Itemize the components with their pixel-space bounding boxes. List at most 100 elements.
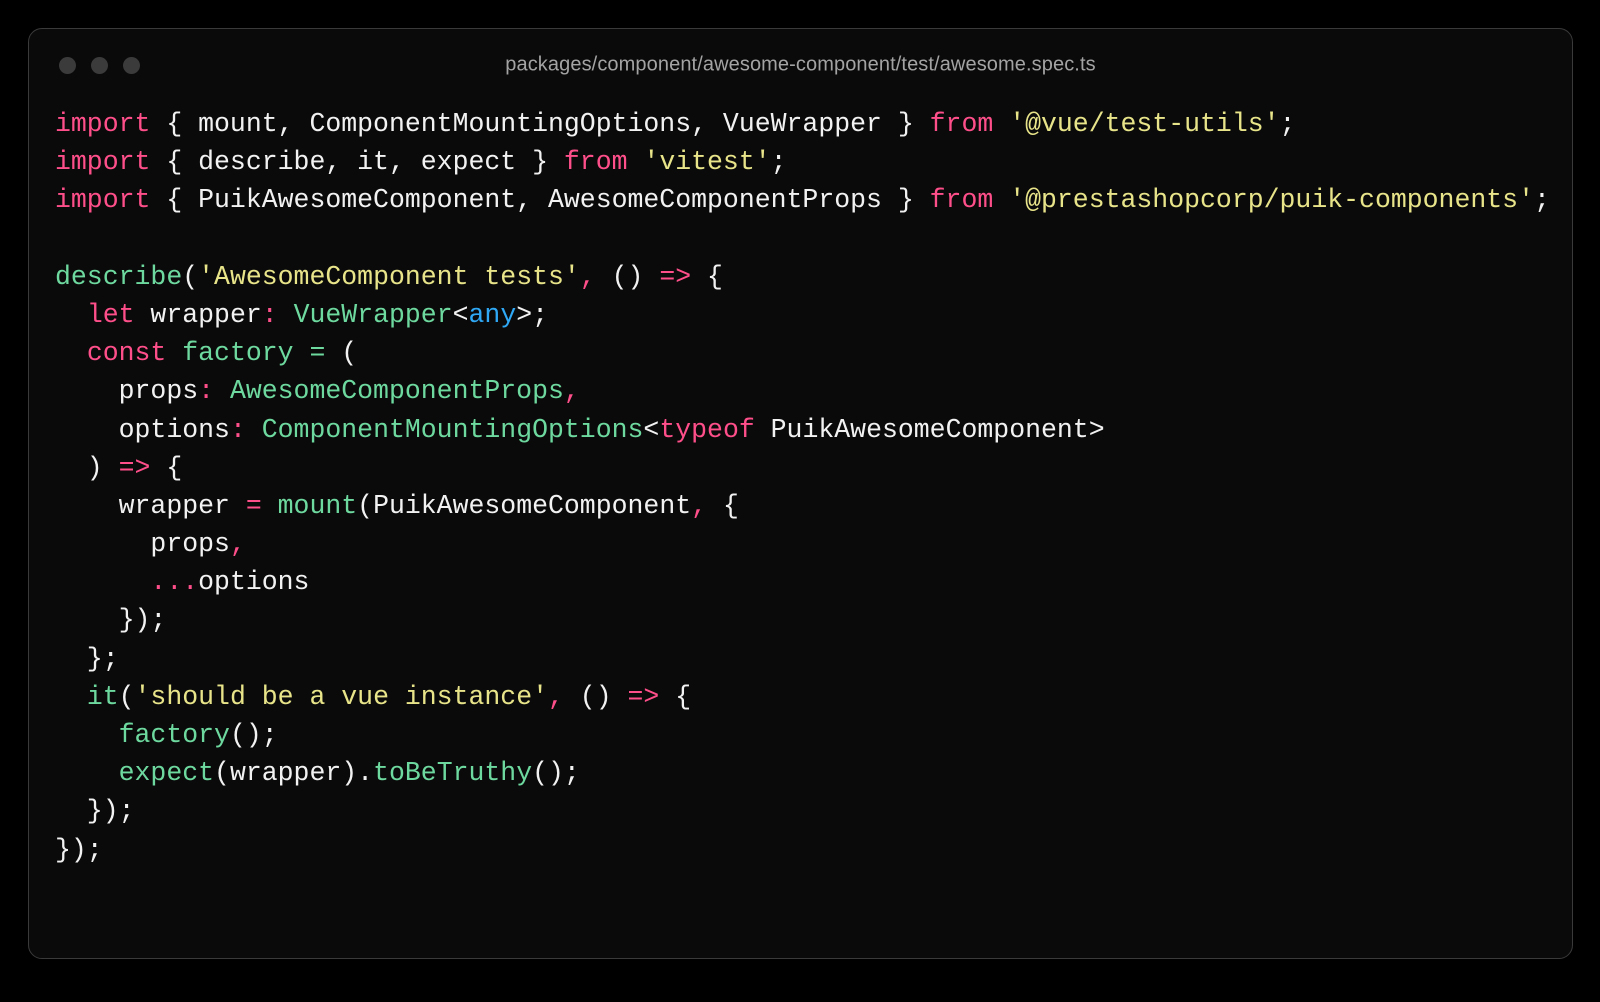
- code-window: packages/component/awesome-component/tes…: [28, 28, 1573, 959]
- code-line: ...options: [55, 563, 1546, 601]
- code-token: options: [198, 567, 310, 598]
- code-token: '@prestashopcorp/puik-components': [1009, 185, 1534, 216]
- code-line: ) => {: [55, 449, 1546, 487]
- code-token: ,: [548, 681, 564, 712]
- code-token: mount: [277, 490, 358, 521]
- window-dot-minimize-icon[interactable]: [91, 56, 108, 74]
- code-token: ...: [150, 567, 199, 598]
- code-token: props: [55, 529, 230, 560]
- code-line: it('should be a vue instance', () => {: [55, 678, 1546, 716]
- code-line: props,: [55, 525, 1546, 563]
- code-token: from: [563, 147, 628, 178]
- code-line: });: [55, 831, 1546, 869]
- code-token: <: [452, 299, 469, 330]
- code-token: typeof: [659, 414, 755, 445]
- code-token: };: [55, 643, 119, 674]
- code-token: ;: [1533, 185, 1550, 216]
- code-token: (: [182, 261, 199, 292]
- code-line: wrapper = mount(PuikAwesomeComponent, {: [55, 487, 1546, 525]
- code-line: });: [55, 792, 1546, 830]
- code-token: {: [707, 490, 739, 521]
- code-token: PuikAwesomeComponent>: [754, 414, 1105, 445]
- code-token: from: [929, 185, 994, 216]
- code-token: options: [55, 414, 230, 445]
- code-token: factory: [182, 338, 294, 369]
- code-line: };: [55, 640, 1546, 678]
- code-token: wrapper: [134, 299, 262, 330]
- code-token: =: [309, 338, 326, 369]
- code-token: { PuikAwesomeComponent, AwesomeComponent…: [150, 185, 930, 216]
- window-dot-close-icon[interactable]: [59, 56, 76, 74]
- code-token: AwesomeComponentProps: [229, 376, 564, 407]
- code-line: import { describe, it, expect } from 'vi…: [55, 143, 1546, 181]
- code-line: expect(wrapper).toBeTruthy();: [55, 754, 1546, 792]
- code-token: ,: [579, 261, 596, 292]
- code-token: :: [198, 376, 215, 407]
- window-dot-maximize-icon[interactable]: [123, 56, 140, 74]
- code-line: describe('AwesomeComponent tests', () =>…: [55, 258, 1546, 296]
- code-token: toBeTruthy: [373, 758, 533, 789]
- code-token: {: [150, 452, 183, 483]
- code-line: props: AwesomeComponentProps,: [55, 372, 1546, 410]
- code-token: describe: [55, 261, 183, 292]
- code-block[interactable]: import { mount, ComponentMountingOptions…: [29, 101, 1572, 869]
- code-line: import { PuikAwesomeComponent, AwesomeCo…: [55, 181, 1550, 219]
- code-token: 'should be a vue instance': [134, 681, 548, 712]
- code-token: =>: [118, 452, 151, 483]
- window-file-path-title: packages/component/awesome-component/tes…: [505, 53, 1096, 76]
- code-token: =: [245, 490, 262, 521]
- code-token: let: [86, 299, 135, 330]
- code-token: ComponentMountingOptions: [261, 414, 644, 445]
- code-token: <: [643, 414, 660, 445]
- code-token: ,: [229, 529, 246, 560]
- code-token: const: [86, 338, 167, 369]
- code-token: props: [55, 376, 199, 407]
- code-token: ();: [229, 720, 278, 750]
- code-token: :: [261, 299, 278, 330]
- code-token: {: [659, 681, 692, 712]
- code-token: import: [55, 185, 151, 216]
- code-token: ();: [532, 758, 580, 789]
- code-line: factory();: [55, 716, 1546, 754]
- code-token: =>: [659, 261, 692, 292]
- code-token: (): [595, 261, 660, 292]
- code-line: const factory = (: [55, 334, 1546, 372]
- code-line: import { mount, ComponentMountingOptions…: [55, 105, 1546, 143]
- code-token: 'vitest': [643, 147, 771, 178]
- code-token: from: [929, 109, 994, 139]
- code-token: ,: [563, 376, 580, 407]
- code-token: { mount, ComponentMountingOptions, VueWr…: [150, 109, 930, 139]
- code-token: >;: [516, 299, 549, 330]
- code-token: wrapper: [55, 490, 230, 521]
- code-token: import: [55, 147, 151, 178]
- window-title-bar: packages/component/awesome-component/tes…: [29, 29, 1572, 101]
- code-token: :: [229, 414, 246, 445]
- window-controls: [59, 56, 140, 74]
- code-token: });: [55, 796, 135, 827]
- code-token: 'AwesomeComponent tests': [198, 261, 580, 292]
- code-token: expect: [118, 758, 215, 789]
- code-token: });: [55, 605, 167, 636]
- code-token: ;: [770, 147, 787, 178]
- code-token: it: [86, 681, 119, 712]
- code-token: {: [691, 261, 723, 292]
- code-token: ;: [1279, 109, 1296, 139]
- code-line: let wrapper: VueWrapper<any>;: [55, 296, 1546, 334]
- code-line: options: ComponentMountingOptions<typeof…: [55, 411, 1546, 449]
- code-token: { describe, it, expect }: [150, 147, 564, 178]
